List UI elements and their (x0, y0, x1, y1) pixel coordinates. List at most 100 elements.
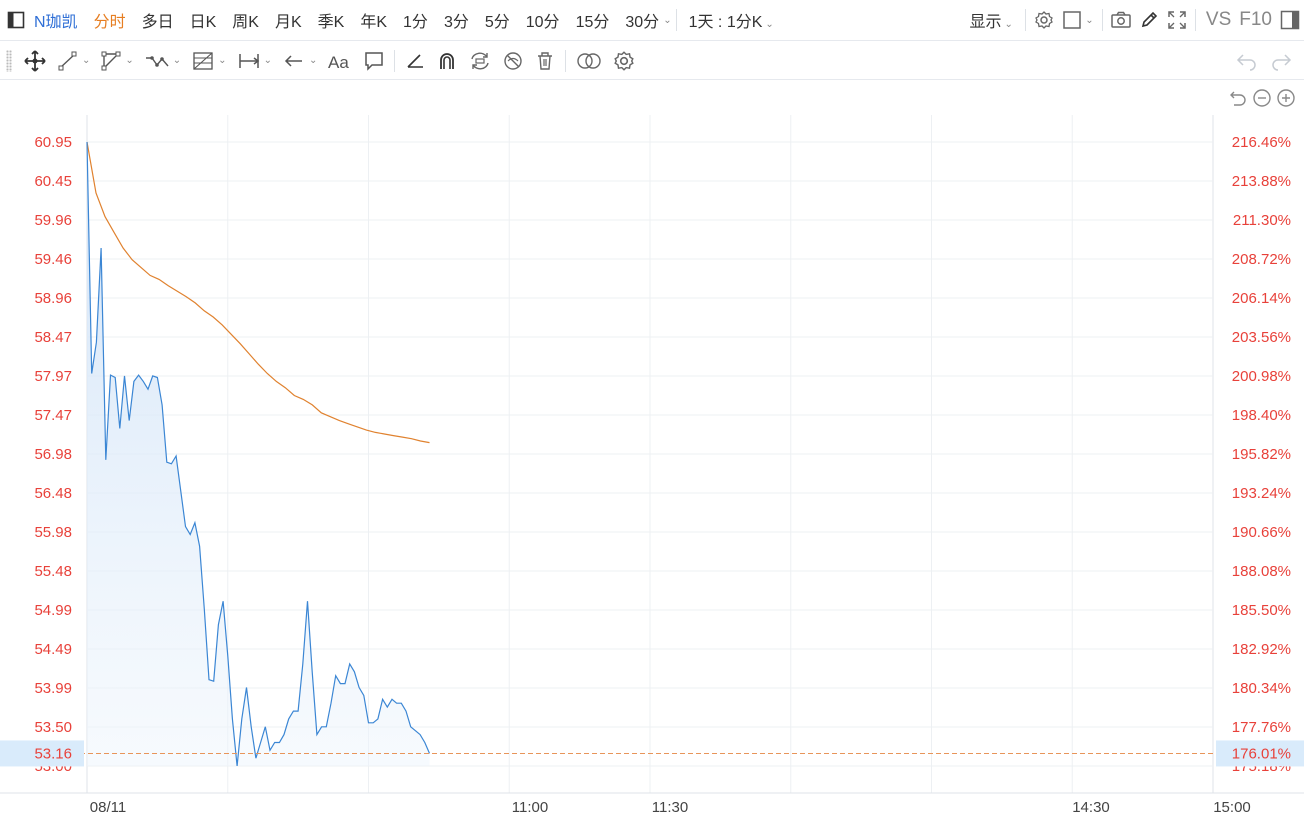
fullscreen-icon[interactable] (1163, 6, 1191, 34)
right-panel-toggle-icon[interactable] (1276, 6, 1304, 34)
left-axis-tick-label: 60.95 (34, 134, 72, 151)
vs-button[interactable]: VS (1200, 9, 1235, 31)
hide-drawings-icon[interactable] (497, 46, 529, 76)
text-tool-icon[interactable]: Aa (322, 46, 358, 76)
x-axis-tick-label: 14:30 (1072, 799, 1110, 816)
toolbar-grip-handle[interactable] (6, 49, 12, 72)
chevron-down-icon: ⌄ (263, 55, 272, 66)
right-axis-tick-label: 182.92% (1232, 641, 1291, 658)
chevron-down-icon: ⌄ (1004, 19, 1013, 30)
right-axis-tick-label: 193.24% (1232, 485, 1291, 502)
settings-gear-icon[interactable] (1030, 6, 1058, 34)
left-axis-tick-label: 53.00 (34, 758, 72, 775)
period-tab[interactable]: 30分 (617, 8, 667, 32)
left-axis-tick-label: 56.48 (34, 485, 72, 502)
period-tab[interactable]: 1分 (395, 8, 436, 32)
chevron-down-icon: ⌄ (1085, 14, 1094, 26)
chart-axes: 60.95 60.45 59.96 59.46 58.96 58.47 57.97 57.47… (0, 134, 1304, 816)
period-tab[interactable]: 周K (224, 8, 267, 32)
right-axis-tick-label: 190.66% (1232, 524, 1291, 541)
left-axis-tick-label: 60.45 (34, 173, 72, 190)
current-price-label: 53.16 (34, 745, 72, 762)
drawing-settings-gear-icon[interactable] (608, 46, 640, 76)
divider (1101, 9, 1103, 31)
current-price-badge (0, 740, 84, 767)
chevron-down-icon: ⌄ (172, 55, 182, 66)
right-axis-tick-label: 198.40% (1232, 407, 1291, 424)
symbol-name[interactable]: N珈凯 (30, 8, 86, 32)
right-axis-tick-label: 175.18% (1232, 758, 1291, 775)
magnet-icon[interactable] (431, 46, 463, 76)
x-axis-tick-label: 11:30 (652, 799, 688, 816)
chevron-down-icon: ⌄ (218, 55, 227, 66)
channel-tool-icon[interactable]: ⌄ (95, 46, 138, 76)
angle-tool-icon[interactable] (399, 46, 431, 76)
drawing-toolbar: ⌄ ⌄ ⌄ ⌄ ⌄ ⌄ Aa (0, 42, 1304, 80)
divider (1194, 9, 1196, 31)
f10-button[interactable]: F10 (1235, 9, 1276, 31)
polyline-tool-icon[interactable]: ⌄ (139, 46, 186, 76)
arrow-tool-icon[interactable]: ⌄ (277, 46, 322, 76)
divider (1024, 9, 1026, 31)
layout-square-icon[interactable]: ⌄ (1058, 6, 1098, 34)
current-change-label: 176.01% (1232, 745, 1291, 762)
right-axis-tick-label: 188.08% (1232, 563, 1291, 580)
left-axis-tick-label: 59.96 (34, 212, 72, 229)
left-axis-tick-label: 58.96 (34, 290, 72, 307)
period-tab[interactable]: 分时 (86, 8, 134, 32)
right-axis-tick-label: 195.82% (1232, 446, 1291, 463)
period-tab[interactable]: 15分 (568, 8, 618, 32)
right-axis-tick-label: 213.88% (1232, 173, 1291, 190)
move-cross-icon[interactable] (18, 46, 52, 76)
period-tab[interactable]: 月K (267, 8, 310, 32)
current-change-badge (1216, 740, 1304, 767)
zoom-in-icon[interactable] (1276, 88, 1296, 108)
period-tab[interactable]: 多日 (134, 8, 182, 32)
period-tab[interactable]: 年K (352, 8, 395, 32)
chart-zoom-controls (1228, 88, 1296, 108)
display-menu[interactable]: 显示 ⌄ (961, 8, 1020, 32)
zoom-out-icon[interactable] (1252, 88, 1272, 108)
camera-icon[interactable] (1107, 6, 1135, 34)
chevron-down-icon: ⌄ (765, 19, 774, 30)
comment-tool-icon[interactable] (358, 46, 390, 76)
right-axis-tick-label: 203.56% (1232, 329, 1291, 346)
right-axis-tick-label: 200.98% (1232, 368, 1291, 385)
divider (675, 9, 677, 31)
reset-chart-icon[interactable] (1228, 88, 1248, 108)
left-axis-tick-label: 58.47 (34, 329, 72, 346)
undo-icon[interactable] (1230, 46, 1264, 76)
trendline-tool-icon[interactable]: ⌄ (52, 46, 95, 76)
chevron-down-icon: ⌄ (82, 55, 91, 66)
period-tab[interactable]: 季K (310, 8, 353, 32)
pencil-icon[interactable] (1135, 6, 1163, 34)
chevron-down-icon[interactable]: ⌄ (663, 15, 671, 26)
period-tab[interactable]: 5分 (477, 8, 518, 32)
period-tab[interactable]: 日K (182, 8, 225, 32)
price-area (87, 142, 430, 766)
left-axis-tick-label: 55.48 (34, 563, 72, 580)
compare-overlay-icon[interactable] (570, 46, 608, 76)
period-tab[interactable]: 10分 (518, 8, 568, 32)
price-area-fill (87, 142, 430, 766)
top-toolbar: N珈凯 分时 多日 日K 周K 月K 季K 年K 1分 3分 5分 10分 15分 30分 ⌄ 1天 :… (0, 0, 1304, 41)
sync-drawings-icon[interactable] (463, 46, 497, 76)
chevron-down-icon: ⌄ (308, 55, 318, 66)
average-price-line (86, 141, 430, 444)
period-tab[interactable]: 3分 (436, 8, 477, 32)
range-select[interactable]: 1天 : 1分K ⌄ (681, 8, 782, 32)
sidebar-toggle-icon[interactable] (2, 6, 30, 34)
left-axis-tick-label: 57.47 (34, 407, 72, 424)
redo-icon[interactable] (1264, 46, 1298, 76)
divider (565, 49, 567, 72)
fibonacci-tool-icon[interactable]: ⌄ (186, 46, 231, 76)
right-axis-tick-label: 206.14% (1232, 290, 1291, 307)
right-axis-tick-label: 185.50% (1232, 602, 1291, 619)
right-axis-tick-label: 180.34% (1232, 680, 1291, 697)
range-select-label: 1天 : 1分K (688, 14, 763, 31)
svg-text:Aa: Aa (328, 53, 349, 72)
right-axis-tick-label: 211.30% (1233, 212, 1291, 229)
measure-range-icon[interactable]: ⌄ (232, 46, 277, 76)
trash-icon[interactable] (529, 46, 561, 76)
intraday-chart[interactable]: 60.95 60.45 59.96 59.46 58.96 58.47 57.97 57.47… (0, 0, 1304, 837)
